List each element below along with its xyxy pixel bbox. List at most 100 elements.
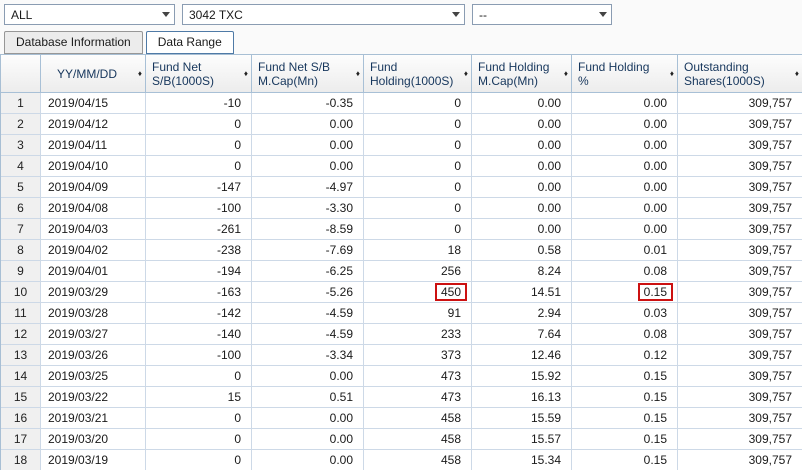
cell-date: 2019/03/29 <box>41 282 146 303</box>
column-header-label: Fund Holding M.Cap(Mn) <box>478 59 550 88</box>
cell-row_number: 15 <box>1 387 41 408</box>
table-row[interactable]: 7 2019/04/03 -261 -8.59 0 0.00 0.00 309,757 <box>1 219 802 240</box>
cell-date: 2019/04/10 <box>41 156 146 177</box>
cell-fund_net_sb_mcap: 0.00 <box>252 156 364 177</box>
chevron-down-icon[interactable] <box>447 5 464 24</box>
cell-fund_net_sb: -163 <box>146 282 252 303</box>
cell-fund_net_sb_mcap: -3.30 <box>252 198 364 219</box>
cell-fund_net_sb: -147 <box>146 177 252 198</box>
cell-outstanding_shares: 309,757 <box>678 429 802 450</box>
cell-fund_net_sb: 0 <box>146 450 252 470</box>
tab-data-range[interactable]: Data Range <box>145 31 234 54</box>
table-row[interactable]: 3 2019/04/11 0 0.00 0 0.00 0.00 309,757 <box>1 135 802 156</box>
column-header-label: YY/MM/DD <box>57 66 117 81</box>
table-row[interactable]: 17 2019/03/20 0 0.00 458 15.57 0.15 309,757 <box>1 429 802 450</box>
column-header-fund_holding_mcap[interactable]: Fund Holding M.Cap(Mn) ♦ <box>472 55 572 93</box>
cell-date: 2019/04/12 <box>41 114 146 135</box>
cell-row_number: 5 <box>1 177 41 198</box>
cell-fund_holding_mcap: 15.92 <box>472 366 572 387</box>
cell-fund_holding: 0 <box>364 156 472 177</box>
cell-fund_net_sb_mcap: -3.34 <box>252 345 364 366</box>
table-row[interactable]: 14 2019/03/25 0 0.00 473 15.92 0.15 309,757 <box>1 366 802 387</box>
table-row[interactable]: 6 2019/04/08 -100 -3.30 0 0.00 0.00 309,757 <box>1 198 802 219</box>
cell-row_number: 16 <box>1 408 41 429</box>
fund-holdings-table: YY/MM/DD ♦ Fund Net S/B(1000S) ♦ Fund Net S/… <box>0 54 802 470</box>
cell-row_number: 4 <box>1 156 41 177</box>
column-header-label: Fund Net S/B M.Cap(Mn) <box>258 59 331 88</box>
cell-fund_net_sb_mcap: 0.00 <box>252 450 364 470</box>
cell-fund_holding: 0 <box>364 135 472 156</box>
table-row[interactable]: 8 2019/04/02 -238 -7.69 18 0.58 0.01 309,757 <box>1 240 802 261</box>
cell-outstanding_shares: 309,757 <box>678 261 802 282</box>
cell-fund_net_sb: 0 <box>146 114 252 135</box>
table-row[interactable]: 15 2019/03/22 15 0.51 473 16.13 0.15 309,757 <box>1 387 802 408</box>
cell-fund_holding_pct: 0.00 <box>572 156 678 177</box>
cell-fund_holding_pct: 0.00 <box>572 114 678 135</box>
cell-date: 2019/03/28 <box>41 303 146 324</box>
table-row[interactable]: 9 2019/04/01 -194 -6.25 256 8.24 0.08 309,757 <box>1 261 802 282</box>
extra-filter-dropdown[interactable]: -- <box>472 4 612 25</box>
cell-outstanding_shares: 309,757 <box>678 198 802 219</box>
column-header-fund_holding_pct[interactable]: Fund Holding % ♦ <box>572 55 678 93</box>
cell-outstanding_shares: 309,757 <box>678 156 802 177</box>
cell-fund_holding: 0 <box>364 219 472 240</box>
filter-toolbar: ALL 3042 TXC -- <box>0 0 802 28</box>
market-filter-value: ALL <box>11 7 33 22</box>
sort-diamond-icon: ♦ <box>463 68 468 78</box>
cell-date: 2019/03/22 <box>41 387 146 408</box>
table-row[interactable]: 4 2019/04/10 0 0.00 0 0.00 0.00 309,757 <box>1 156 802 177</box>
cell-fund_net_sb_mcap: 0.51 <box>252 387 364 408</box>
cell-outstanding_shares: 309,757 <box>678 177 802 198</box>
cell-fund_holding_pct: 0.00 <box>572 93 678 114</box>
cell-fund_holding_mcap: 16.13 <box>472 387 572 408</box>
table-row[interactable]: 5 2019/04/09 -147 -4.97 0 0.00 0.00 309,757 <box>1 177 802 198</box>
cell-fund_holding: 473 <box>364 387 472 408</box>
sort-diamond-icon: ♦ <box>243 68 248 78</box>
table-row[interactable]: 13 2019/03/26 -100 -3.34 373 12.46 0.12 309,757 <box>1 345 802 366</box>
cell-fund_holding_mcap: 0.00 <box>472 93 572 114</box>
cell-fund_holding_pct: 0.15 <box>572 408 678 429</box>
chevron-down-icon[interactable] <box>157 5 174 24</box>
cell-row_number: 6 <box>1 198 41 219</box>
cell-row_number: 7 <box>1 219 41 240</box>
cell-fund_holding_mcap: 15.34 <box>472 450 572 470</box>
tab-database-information[interactable]: Database Information <box>4 31 143 54</box>
cell-fund_net_sb: -100 <box>146 345 252 366</box>
cell-fund_net_sb_mcap: -0.35 <box>252 93 364 114</box>
column-header-fund_holding[interactable]: Fund Holding(1000S) ♦ <box>364 55 472 93</box>
cell-fund_holding_mcap: 12.46 <box>472 345 572 366</box>
cell-date: 2019/03/19 <box>41 450 146 470</box>
cell-outstanding_shares: 309,757 <box>678 345 802 366</box>
column-header-outstanding_shares[interactable]: Outstanding Shares(1000S) ♦ <box>678 55 802 93</box>
table-row[interactable]: 11 2019/03/28 -142 -4.59 91 2.94 0.03 309,757 <box>1 303 802 324</box>
security-filter-dropdown[interactable]: 3042 TXC <box>182 4 465 25</box>
cell-fund_net_sb_mcap: -4.59 <box>252 324 364 345</box>
cell-fund_holding_mcap: 8.24 <box>472 261 572 282</box>
row-number-header <box>1 55 41 93</box>
table-row[interactable]: 10 2019/03/29 -163 -5.26 450 14.51 0.15 309,757 <box>1 282 802 303</box>
table-row[interactable]: 12 2019/03/27 -140 -4.59 233 7.64 0.08 309,757 <box>1 324 802 345</box>
cell-date: 2019/04/03 <box>41 219 146 240</box>
cell-fund_holding: 91 <box>364 303 472 324</box>
table-row[interactable]: 16 2019/03/21 0 0.00 458 15.59 0.15 309,757 <box>1 408 802 429</box>
table-row[interactable]: 1 2019/04/15 -10 -0.35 0 0.00 0.00 309,757 <box>1 93 802 114</box>
column-header-date[interactable]: YY/MM/DD ♦ <box>41 55 146 93</box>
cell-row_number: 8 <box>1 240 41 261</box>
column-header-fund_net_sb_mcap[interactable]: Fund Net S/B M.Cap(Mn) ♦ <box>252 55 364 93</box>
cell-fund_holding_pct: 0.08 <box>572 261 678 282</box>
cell-fund_net_sb: -194 <box>146 261 252 282</box>
cell-fund_net_sb: 0 <box>146 408 252 429</box>
column-header-fund_net_sb[interactable]: Fund Net S/B(1000S) ♦ <box>146 55 252 93</box>
table-body: 1 2019/04/15 -10 -0.35 0 0.00 0.00 309,757 2 2019… <box>1 93 802 470</box>
cell-fund_net_sb: -140 <box>146 324 252 345</box>
table-row[interactable]: 2 2019/04/12 0 0.00 0 0.00 0.00 309,757 <box>1 114 802 135</box>
chevron-down-icon[interactable] <box>594 5 611 24</box>
cell-fund_net_sb_mcap: -8.59 <box>252 219 364 240</box>
table-row[interactable]: 18 2019/03/19 0 0.00 458 15.34 0.15 309,757 <box>1 450 802 470</box>
cell-fund_net_sb: -10 <box>146 93 252 114</box>
market-filter-dropdown[interactable]: ALL <box>4 4 175 25</box>
cell-fund_holding_mcap: 15.59 <box>472 408 572 429</box>
cell-fund_net_sb_mcap: 0.00 <box>252 114 364 135</box>
cell-outstanding_shares: 309,757 <box>678 114 802 135</box>
cell-fund_net_sb: 15 <box>146 387 252 408</box>
